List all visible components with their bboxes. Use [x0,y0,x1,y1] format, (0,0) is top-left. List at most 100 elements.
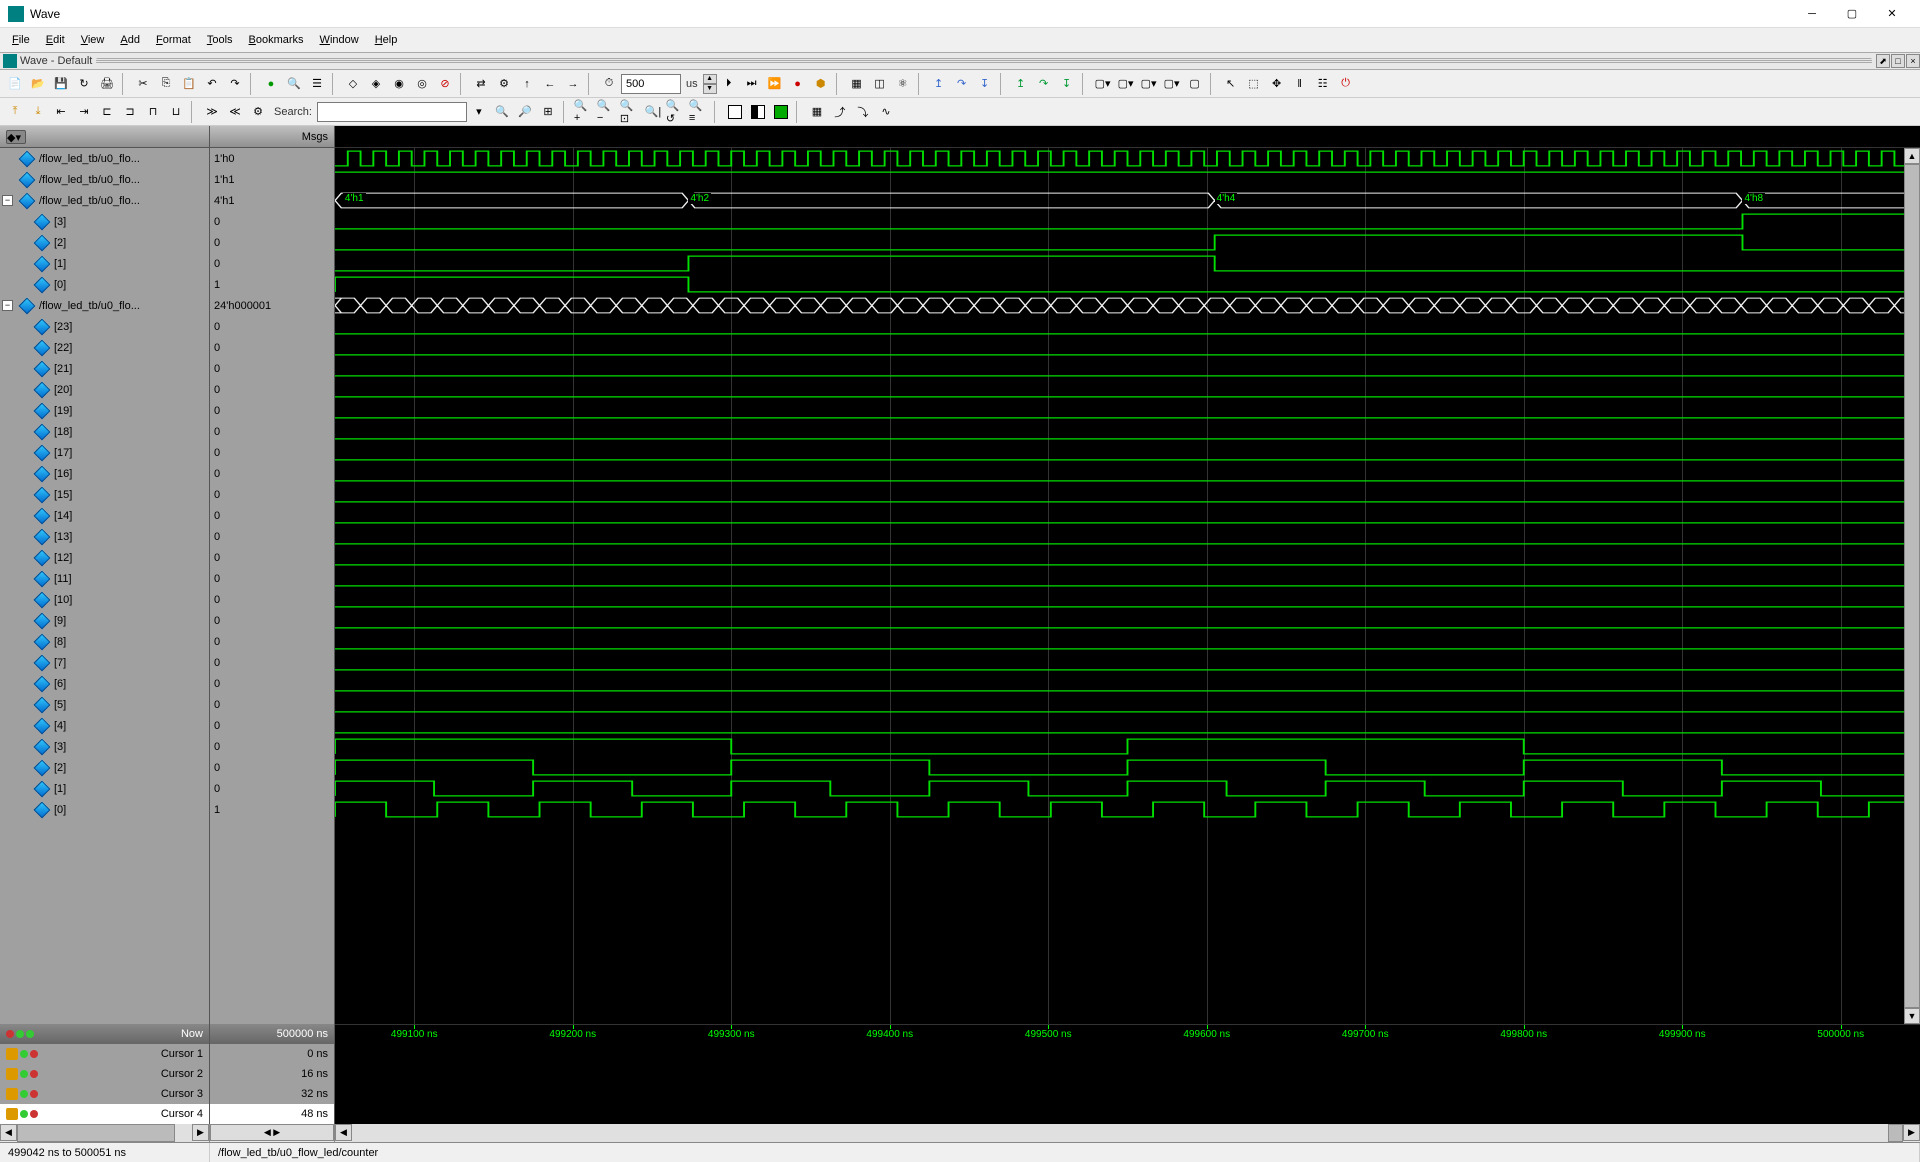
close-pane-button[interactable]: × [1906,54,1920,68]
wave-vertical-scrollbar[interactable]: ▲ ▼ [1904,148,1920,1024]
layout-3-button[interactable]: ▢▾ [1138,73,1160,95]
wave-row[interactable] [335,316,1920,337]
cursor-label-row[interactable]: Cursor 1 [0,1044,209,1064]
arrow-left-icon[interactable]: ← [539,73,561,95]
signal-scroll-track[interactable] [17,1124,192,1142]
signal-rise-icon[interactable]: ⤴ [829,101,851,123]
signal-row[interactable]: [5] [0,694,209,715]
wave-row[interactable] [335,358,1920,379]
wave-row[interactable] [335,274,1920,295]
search-next-button[interactable]: ≪ [224,101,246,123]
edit-cursor-button[interactable]: ‖ [1289,73,1311,95]
wave-row[interactable] [335,778,1920,799]
edge-prev-button[interactable]: ⤒ [4,101,26,123]
signal-scroll-left-button[interactable]: ◀ [0,1124,17,1141]
exit-button[interactable]: ⏻ [1335,73,1357,95]
continue-button[interactable]: ⏩ [764,73,786,95]
wave-scroll-track[interactable] [352,1124,1903,1142]
layout-5-button[interactable]: ▢ [1184,73,1206,95]
layout-2-button[interactable]: ▢▾ [1115,73,1137,95]
edge-first-button[interactable]: ⇤ [50,101,72,123]
signal-row[interactable]: [18] [0,421,209,442]
step-out-button[interactable]: ↥ [928,73,950,95]
pan-mode-button[interactable]: ✥ [1266,73,1288,95]
cursor-value-row[interactable]: 16 ns [210,1064,334,1084]
run-button[interactable]: ⏵ [718,73,740,95]
menu-window[interactable]: Window [312,32,367,48]
signal-row[interactable]: [17] [0,442,209,463]
menu-view[interactable]: View [73,32,113,48]
cursor-label-row[interactable]: Cursor 4 [0,1104,209,1124]
zoom-other-button[interactable]: 🔍≡ [688,101,710,123]
run-length-spinner[interactable]: ▲▼ [703,74,717,94]
wave-row[interactable] [335,799,1920,820]
signal-row[interactable]: [0] [0,799,209,820]
stop-button[interactable]: ⬢ [810,73,832,95]
search-all-button[interactable]: ⊞ [537,101,559,123]
paste-button[interactable]: 📋 [178,73,200,95]
maximize-pane-button[interactable]: □ [1891,54,1905,68]
zoom-mode-button[interactable]: ⬚ [1243,73,1265,95]
wave-row[interactable] [335,589,1920,610]
search-down-button[interactable]: 🔎 [514,101,536,123]
lock-icon[interactable] [6,1108,18,1120]
signal-both-icon[interactable]: ∿ [875,101,897,123]
step-out2-button[interactable]: ↥ [1010,73,1032,95]
dataflow-button[interactable]: ◫ [869,73,891,95]
undo-button[interactable]: ↶ [201,73,223,95]
edge-btn-6[interactable]: ⊐ [119,101,141,123]
list-button[interactable]: ☰ [306,73,328,95]
signal-row[interactable]: [0] [0,274,209,295]
signal-row[interactable]: −/flow_led_tb/u0_flo... [0,190,209,211]
menu-bookmarks[interactable]: Bookmarks [241,32,312,48]
signal-list[interactable]: /flow_led_tb/u0_flo.../flow_led_tb/u0_fl… [0,148,209,1024]
wave-row[interactable] [335,568,1920,589]
wave-scroll-right-button[interactable]: ▶ [1903,1124,1920,1141]
cut-button[interactable]: ✂ [132,73,154,95]
wave-row[interactable] [335,148,1920,169]
tool-button-3[interactable]: ◉ [388,73,410,95]
cursor-label-row[interactable]: Cursor 3 [0,1084,209,1104]
cursor-label-row[interactable]: Cursor 2 [0,1064,209,1084]
cursor-value-row[interactable]: 32 ns [210,1084,334,1104]
reload-button[interactable]: ↻ [73,73,95,95]
save-button[interactable]: 💾 [50,73,72,95]
redo-button[interactable]: ↷ [224,73,246,95]
wave-row[interactable] [335,337,1920,358]
signal-row[interactable]: [20] [0,379,209,400]
wave-row[interactable]: 4'h14'h24'h44'h84'h1 [335,190,1920,211]
wave-row[interactable] [335,421,1920,442]
signal-row[interactable]: /flow_led_tb/u0_flo... [0,148,209,169]
signal-header-menu-icon[interactable]: ◆▾ [6,130,26,144]
signal-row[interactable]: [1] [0,253,209,274]
search-dropdown-button[interactable]: ▾ [468,101,490,123]
wave-row[interactable] [335,652,1920,673]
signal-row[interactable]: [4] [0,715,209,736]
run-length-input[interactable] [621,74,681,94]
wave-row[interactable] [335,400,1920,421]
msgs-list[interactable]: 1'h01'h14'h1000124'h00000100000000000000… [210,148,334,1024]
wave-row[interactable] [335,484,1920,505]
zoom-full-button[interactable]: 🔍⊡ [619,101,641,123]
wave-row[interactable] [335,295,1920,316]
signal-row[interactable]: [13] [0,526,209,547]
signal-row[interactable]: [16] [0,463,209,484]
memory-button[interactable]: ▦ [846,73,868,95]
wave-row[interactable] [335,442,1920,463]
signal-row[interactable]: [2] [0,232,209,253]
edge-next-button[interactable]: ⤓ [27,101,49,123]
menu-help[interactable]: Help [367,32,406,48]
search-input[interactable] [317,102,467,122]
wave-row[interactable] [335,379,1920,400]
wave-row[interactable] [335,463,1920,484]
break-button[interactable]: ● [787,73,809,95]
cursor-value-row[interactable]: 48 ns [210,1104,334,1124]
step-into-button[interactable]: ↧ [974,73,996,95]
wave-row[interactable] [335,211,1920,232]
layout-1-button[interactable]: ▢▾ [1092,73,1114,95]
add-button[interactable]: ● [260,73,282,95]
edge-btn-7[interactable]: ⊓ [142,101,164,123]
wave-row[interactable] [335,232,1920,253]
zoom-cursor-button[interactable]: 🔍| [642,101,664,123]
step-over-button[interactable]: ↷ [951,73,973,95]
